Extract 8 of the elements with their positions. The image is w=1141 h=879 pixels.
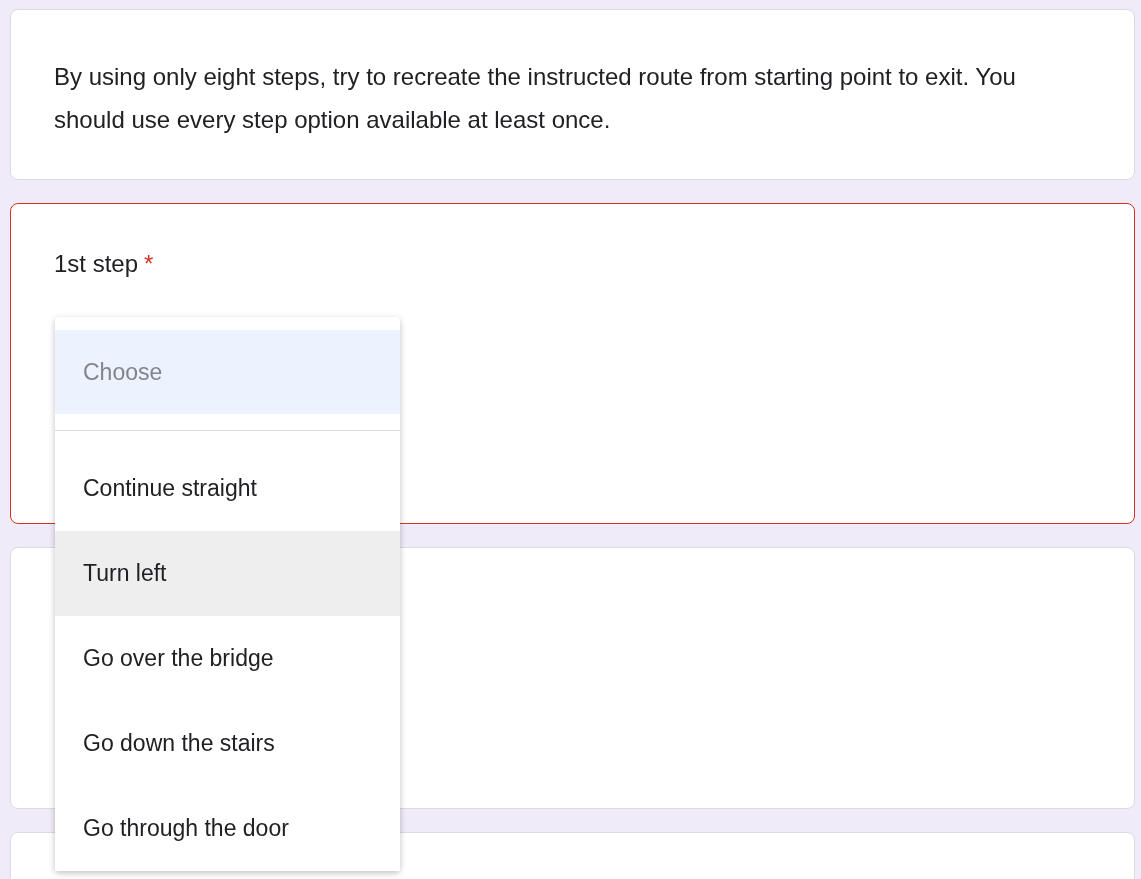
dropdown-option[interactable]: Go over the bridge bbox=[55, 616, 400, 701]
dropdown-option[interactable]: Turn left bbox=[55, 531, 400, 616]
instructions-text: By using only eight steps, try to recreate the instructed route from starting point to exit. You should use every step option available at least once. bbox=[54, 62, 1017, 135]
dropdown-option[interactable]: Go down the stairs bbox=[55, 701, 400, 786]
question-title: 1st step bbox=[54, 250, 139, 278]
dropdown-option[interactable]: Go through the door bbox=[55, 786, 400, 871]
dropdown-option[interactable]: Continue straight bbox=[55, 446, 400, 531]
required-asterisk: * bbox=[144, 250, 154, 278]
